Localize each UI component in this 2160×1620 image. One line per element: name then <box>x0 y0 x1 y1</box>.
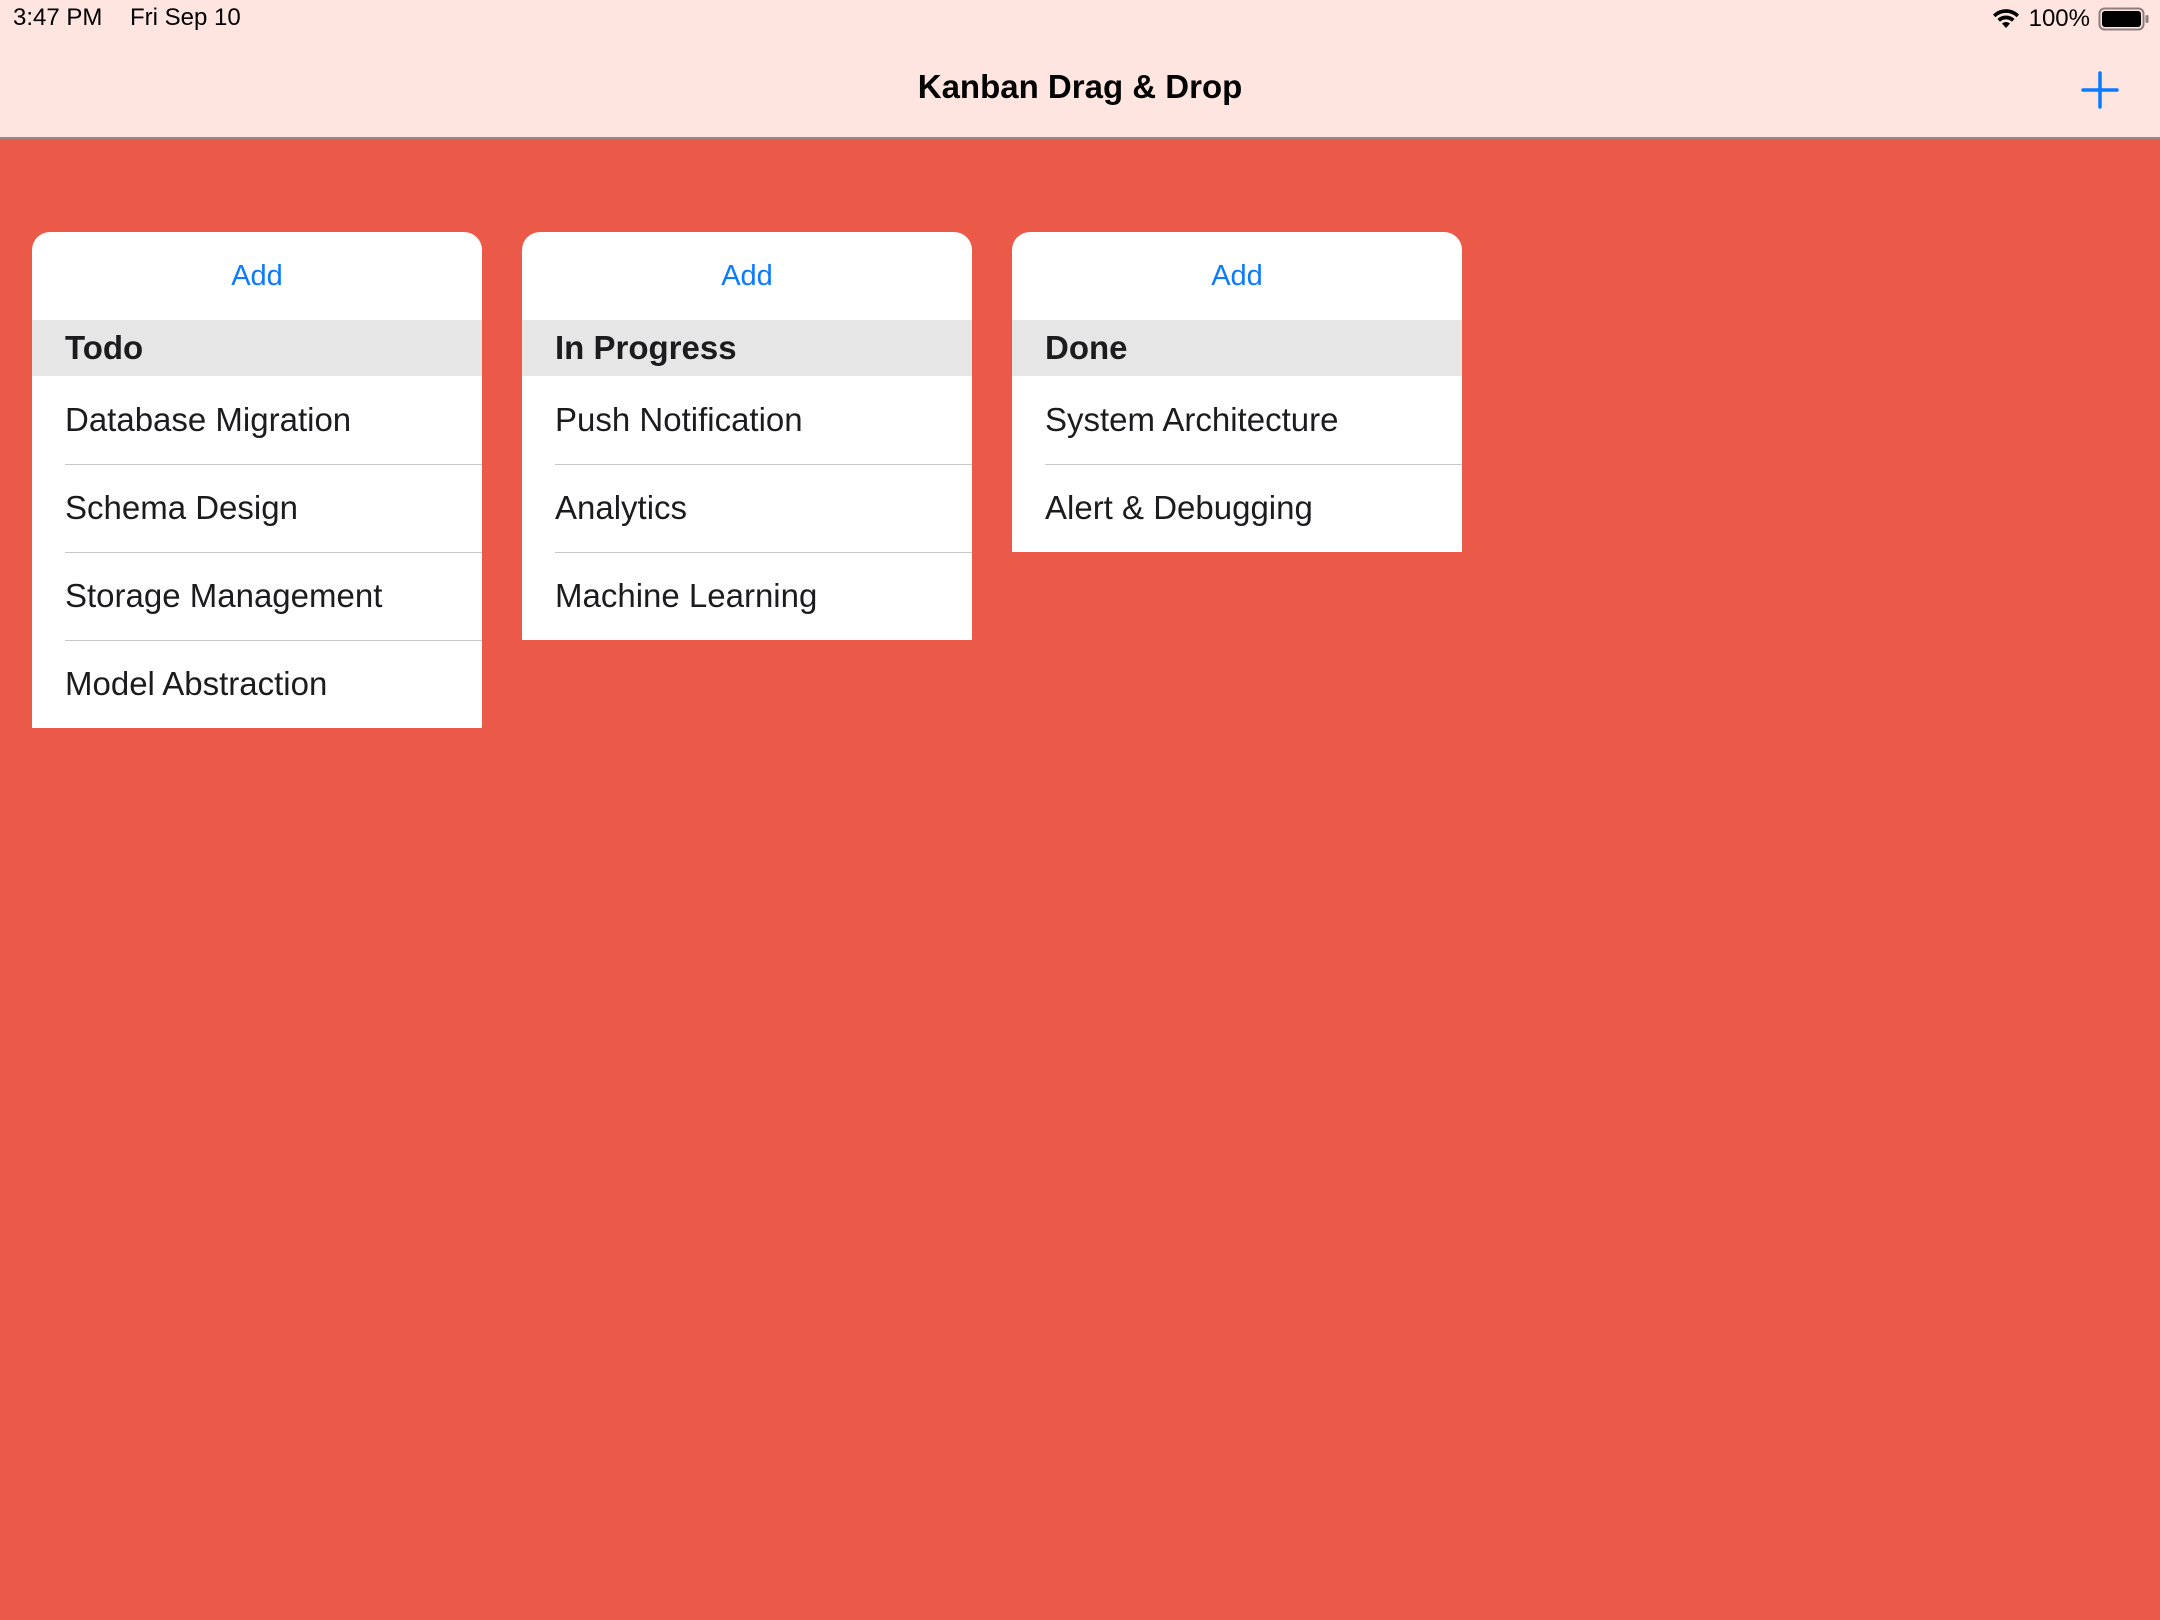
card-alert-debugging[interactable]: Alert & Debugging <box>1012 464 1462 552</box>
status-time: 3:47 PM <box>13 4 103 31</box>
add-card-button-done[interactable]: Add <box>1012 232 1462 320</box>
add-card-button-todo[interactable]: Add <box>32 232 482 320</box>
page-title: Kanban Drag & Drop <box>917 68 1243 105</box>
battery-percentage: 100% <box>2028 5 2090 32</box>
card-list-todo: Database Migration Schema Design Storage… <box>32 376 482 728</box>
plus-icon <box>2081 71 2119 109</box>
column-header-in-progress: In Progress <box>522 320 972 376</box>
add-card-button-in-progress[interactable]: Add <box>522 232 972 320</box>
card-storage-management[interactable]: Storage Management <box>32 552 482 640</box>
status-date: Fri Sep 10 <box>130 4 241 31</box>
card-list-done: System Architecture Alert & Debugging <box>1012 376 1462 552</box>
card-machine-learning[interactable]: Machine Learning <box>522 552 972 640</box>
wifi-icon <box>1991 7 2021 31</box>
card-analytics[interactable]: Analytics <box>522 464 972 552</box>
battery-icon <box>2098 6 2150 32</box>
card-schema-design[interactable]: Schema Design <box>32 464 482 552</box>
kanban-board: Add Todo Database Migration Schema Desig… <box>32 232 1462 728</box>
card-list-in-progress: Push Notification Analytics Machine Lear… <box>522 376 972 640</box>
column-todo: Add Todo Database Migration Schema Desig… <box>32 232 482 728</box>
column-in-progress: Add In Progress Push Notification Analyt… <box>522 232 972 640</box>
card-system-architecture[interactable]: System Architecture <box>1012 376 1462 464</box>
column-header-todo: Todo <box>32 320 482 376</box>
navigation-bar: 3:47 PM Fri Sep 10 100% Kanban Drag & Dr… <box>0 0 2160 139</box>
card-model-abstraction[interactable]: Model Abstraction <box>32 640 482 728</box>
card-database-migration[interactable]: Database Migration <box>32 376 482 464</box>
add-button[interactable] <box>2080 70 2120 110</box>
status-indicators: 100% <box>1991 3 2150 35</box>
column-header-done: Done <box>1012 320 1462 376</box>
card-push-notification[interactable]: Push Notification <box>522 376 972 464</box>
column-done: Add Done System Architecture Alert & Deb… <box>1012 232 1462 552</box>
